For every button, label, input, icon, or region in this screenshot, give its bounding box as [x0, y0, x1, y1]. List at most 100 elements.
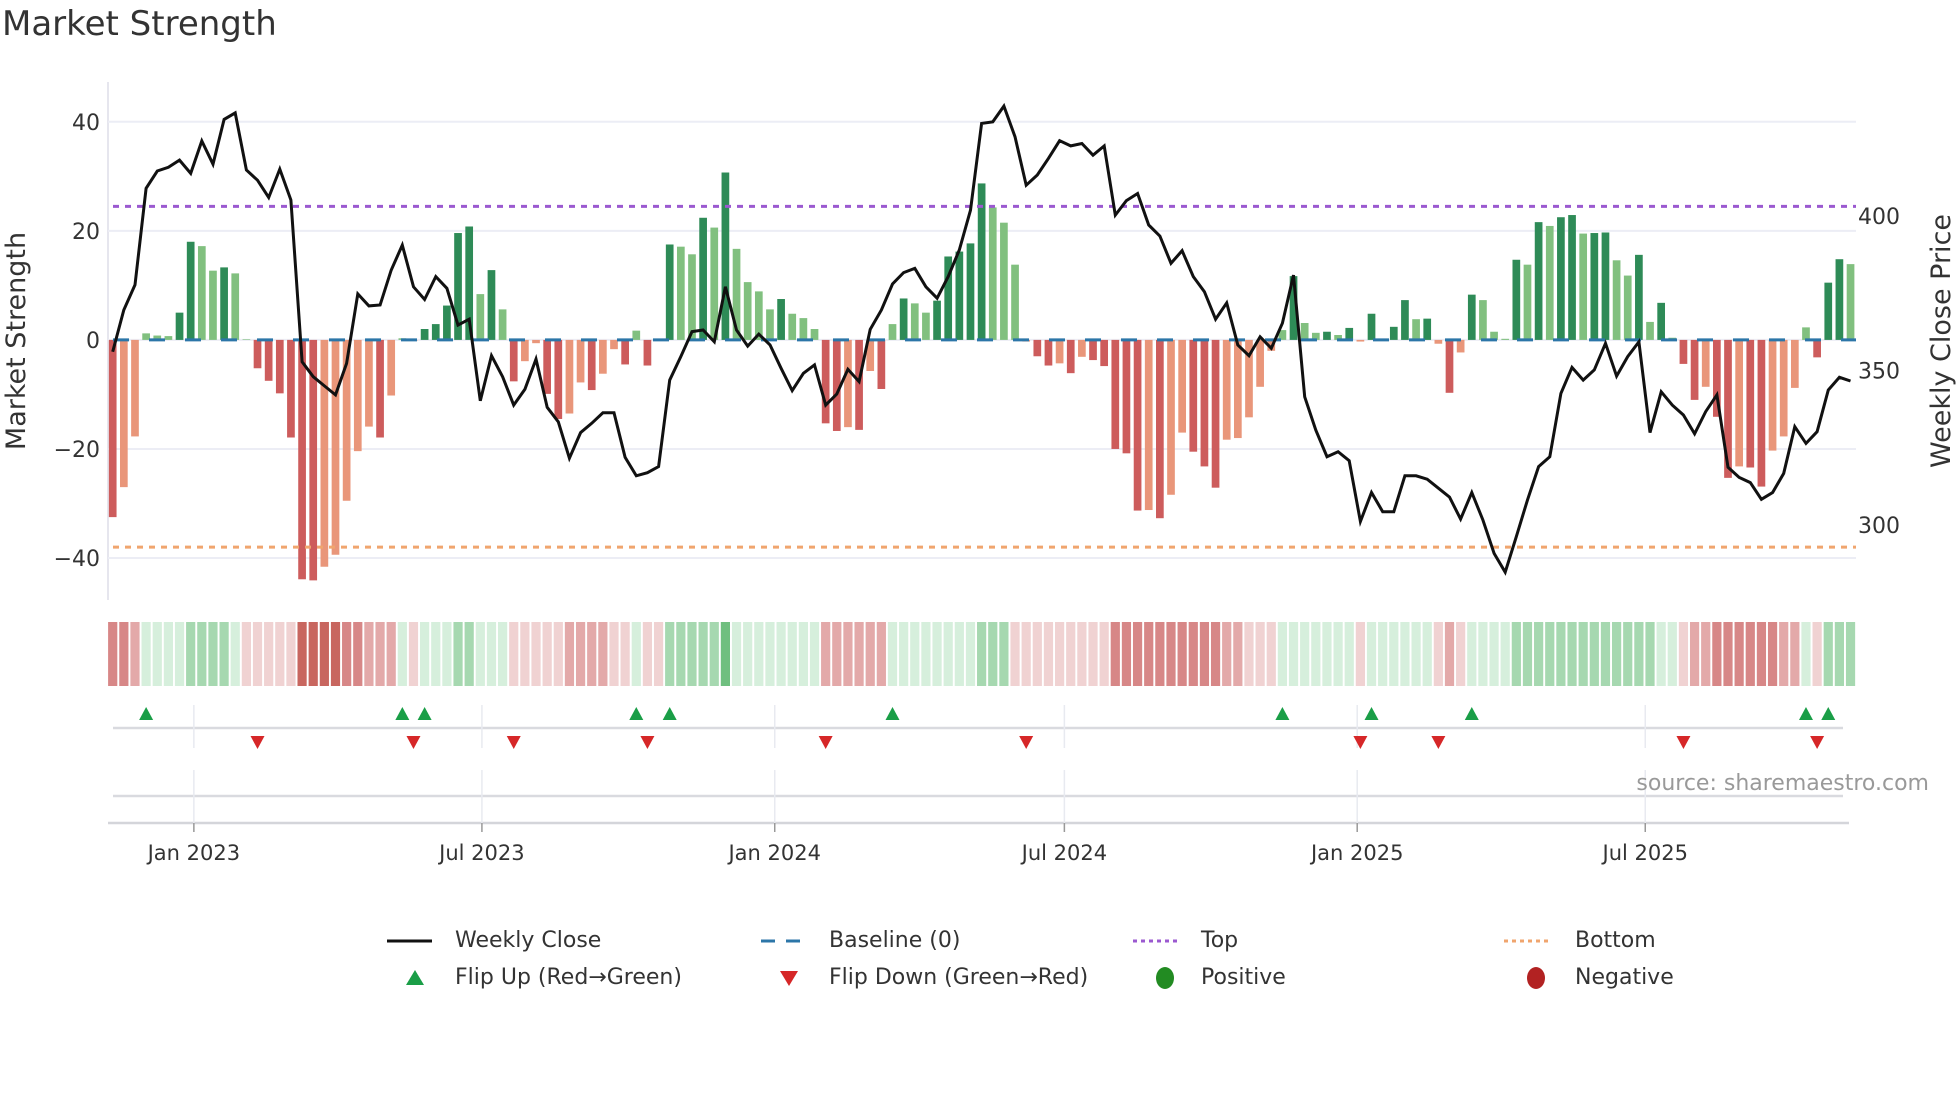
dotted-line-icon [1504, 939, 1552, 943]
strength-bar [810, 329, 819, 340]
strength-bar [543, 339, 552, 394]
legend-label: Weekly Close [455, 928, 602, 953]
heat-cell [1534, 622, 1544, 686]
heat-cell [297, 622, 307, 686]
flip-down-marker [640, 736, 655, 749]
heat-cell [319, 622, 329, 686]
flip-down-marker [1019, 736, 1034, 749]
strength-bar [119, 339, 128, 488]
heat-cell [1166, 622, 1176, 686]
flip-down-marker [506, 736, 521, 749]
heat-cell [130, 622, 140, 686]
strength-bar [1501, 338, 1510, 340]
heat-cell [475, 622, 485, 686]
strength-bar [855, 339, 863, 430]
heat-cell [1233, 622, 1243, 686]
strength-bar [966, 243, 975, 340]
strength-bar [1144, 339, 1153, 511]
heat-cell [1701, 622, 1711, 686]
strength-bar [988, 207, 997, 340]
heat-cell [1834, 622, 1844, 686]
heat-cell [1489, 622, 1499, 686]
strength-bar [1735, 339, 1743, 467]
heat-cell [174, 622, 185, 686]
heat-cell [921, 622, 931, 686]
heat-cell [186, 622, 196, 686]
heat-cell [364, 622, 374, 686]
heat-cell [743, 622, 753, 686]
heat-cell [1589, 622, 1599, 686]
strength-bar [487, 270, 496, 340]
heat-cell [252, 622, 263, 686]
heat-cell [943, 622, 953, 686]
heat-cell [687, 622, 697, 686]
heat-cell [1188, 622, 1198, 686]
strength-bar [922, 312, 930, 340]
heat-cell [1244, 622, 1254, 686]
strength-bar [665, 244, 674, 340]
heat-cell [1734, 622, 1744, 686]
source-credit: source: sharemaestro.com [1636, 771, 1929, 796]
heat-cell [420, 622, 430, 686]
strength-bar [1657, 302, 1666, 340]
flip-down-marker [1810, 736, 1825, 749]
strength-bar [777, 299, 785, 340]
strength-bar [131, 339, 139, 437]
strength-bar [1623, 275, 1632, 340]
flip-up-marker [885, 707, 900, 720]
strength-bar [1122, 339, 1131, 454]
strength-bar [275, 339, 284, 394]
strength-bar [1590, 233, 1599, 340]
strength-bar [1534, 222, 1543, 340]
strength-bar [1111, 339, 1120, 449]
strength-bar [1167, 339, 1175, 495]
heat-cell [1556, 622, 1566, 686]
heat-cell [954, 622, 964, 686]
heat-cell [442, 622, 452, 686]
strength-bar [431, 324, 440, 340]
heat-cell [1545, 622, 1555, 686]
heat-cell [1199, 622, 1210, 686]
heat-cell [1322, 622, 1332, 686]
flip-down-marker [1676, 736, 1691, 749]
strength-bar [287, 339, 295, 438]
heat-cell [264, 622, 274, 686]
strength-bar [766, 309, 774, 340]
heat-cell [1500, 622, 1510, 686]
flip-down-marker [1353, 736, 1368, 749]
heat-cell [1055, 622, 1065, 686]
x-tick-label: Jan 2024 [726, 841, 821, 865]
strength-bar [1646, 321, 1654, 340]
strength-bar [799, 318, 808, 340]
market-strength-chart: 40 20 0 −20 −40 400 350 300 Jan 2023 Jul… [1, 82, 1957, 865]
strength-bar [610, 339, 618, 350]
heat-cell [1656, 622, 1666, 686]
strength-bar [220, 267, 228, 340]
heat-cell [1255, 622, 1265, 686]
strength-bar [1557, 217, 1565, 340]
heat-cell [141, 622, 151, 686]
strength-bar [743, 282, 752, 340]
strength-bar [209, 270, 217, 340]
heat-cell [665, 622, 675, 686]
strength-bar [532, 339, 540, 344]
heat-cell [1823, 622, 1833, 686]
heat-cell [1723, 622, 1733, 686]
strength-bar [1456, 339, 1465, 353]
strength-bar [1367, 313, 1376, 340]
heat-cell [453, 622, 463, 686]
flip-up-marker [139, 707, 154, 720]
strength-bar [1779, 339, 1788, 437]
legend-label: Top [1201, 928, 1239, 953]
heat-cell [709, 622, 719, 686]
heat-cell [1355, 622, 1365, 686]
heat-cell [1311, 622, 1321, 686]
y-tick-label: 0 [86, 329, 100, 354]
heat-cell [119, 622, 129, 686]
strength-bar [1612, 260, 1621, 340]
strength-bar [1512, 259, 1521, 340]
heat-cell [910, 622, 920, 686]
strength-bar [1813, 339, 1821, 358]
flip-up-marker [662, 707, 677, 720]
heat-cell [1433, 622, 1443, 686]
